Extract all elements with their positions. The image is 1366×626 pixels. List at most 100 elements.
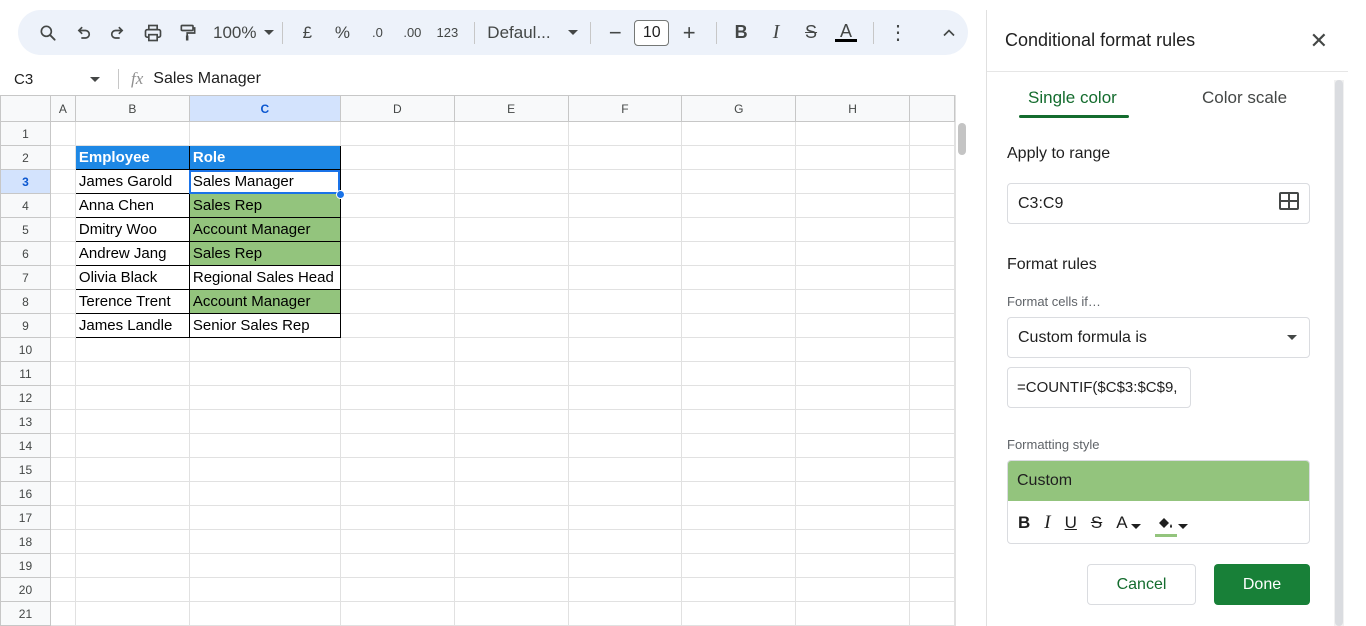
cell[interactable] (681, 409, 797, 434)
font-size-input[interactable]: 10 (634, 19, 670, 46)
column-header-partial[interactable] (909, 95, 955, 122)
column-header-g[interactable]: G (681, 95, 797, 122)
cell[interactable] (681, 361, 797, 386)
cell[interactable] (567, 481, 683, 506)
employee-cell[interactable]: James Landle (74, 313, 190, 338)
cell[interactable] (795, 169, 910, 194)
row-header[interactable]: 8 (0, 289, 51, 314)
more-options-icon[interactable]: ⋮ (882, 17, 914, 49)
cell[interactable] (567, 577, 683, 602)
cell[interactable] (49, 241, 76, 266)
row-header[interactable]: 12 (0, 385, 51, 410)
cell[interactable] (795, 553, 910, 578)
cell[interactable] (49, 337, 76, 362)
row-header[interactable]: 3 (0, 169, 51, 194)
role-cell[interactable]: Account Manager (188, 289, 341, 314)
cell[interactable] (909, 529, 955, 554)
cell[interactable] (339, 217, 455, 242)
cell[interactable] (49, 529, 76, 554)
row-header[interactable]: 4 (0, 193, 51, 218)
cell[interactable] (49, 553, 76, 578)
cell[interactable] (188, 409, 341, 434)
cell[interactable] (74, 361, 190, 386)
row-header[interactable]: 13 (0, 409, 51, 434)
cell[interactable] (339, 409, 455, 434)
cell[interactable] (74, 601, 190, 626)
formula-input[interactable]: Sales Manager (153, 70, 261, 88)
cell[interactable] (339, 193, 455, 218)
cell[interactable] (188, 433, 341, 458)
cell[interactable] (453, 481, 569, 506)
cell[interactable] (681, 121, 797, 146)
cell[interactable] (453, 145, 569, 170)
row-header[interactable]: 21 (0, 601, 51, 626)
cell[interactable] (188, 337, 341, 362)
vertical-scrollbar[interactable] (955, 95, 968, 626)
cell[interactable] (339, 337, 455, 362)
cell[interactable] (49, 481, 76, 506)
cell[interactable] (453, 169, 569, 194)
cell[interactable] (681, 385, 797, 410)
role-cell[interactable]: Account Manager (188, 217, 341, 242)
row-header[interactable]: 17 (0, 505, 51, 530)
strikethrough-button[interactable]: S (795, 17, 827, 49)
font-select[interactable]: Defaul... (483, 23, 582, 43)
style-bold-button[interactable]: B (1018, 513, 1030, 533)
cell[interactable] (453, 409, 569, 434)
cell[interactable] (188, 529, 341, 554)
role-cell[interactable]: Senior Sales Rep (188, 313, 341, 338)
cell[interactable] (339, 481, 455, 506)
cell[interactable] (567, 121, 683, 146)
cell[interactable] (188, 385, 341, 410)
row-header[interactable]: 6 (0, 241, 51, 266)
cell[interactable] (795, 217, 910, 242)
cell[interactable] (909, 289, 955, 314)
cell[interactable] (339, 505, 455, 530)
cell[interactable] (453, 529, 569, 554)
cell[interactable] (74, 433, 190, 458)
cell[interactable] (188, 505, 341, 530)
cell[interactable] (909, 337, 955, 362)
cell[interactable] (795, 265, 910, 290)
cell[interactable] (453, 121, 569, 146)
cell[interactable] (188, 553, 341, 578)
cell[interactable] (909, 385, 955, 410)
cell[interactable] (909, 361, 955, 386)
header-cell[interactable]: Role (188, 145, 341, 170)
cell[interactable] (339, 265, 455, 290)
cell[interactable] (909, 553, 955, 578)
cell[interactable] (49, 193, 76, 218)
cell[interactable] (49, 457, 76, 482)
role-cell[interactable]: Sales Rep (188, 193, 341, 218)
row-header[interactable]: 1 (0, 121, 51, 146)
cell[interactable] (453, 241, 569, 266)
cell[interactable] (453, 337, 569, 362)
cell[interactable] (681, 169, 797, 194)
role-cell[interactable]: Sales Manager (188, 169, 341, 194)
cell[interactable] (188, 361, 341, 386)
panel-scrollbar[interactable] (1334, 80, 1344, 626)
cell[interactable] (909, 121, 955, 146)
cell[interactable] (567, 385, 683, 410)
cell[interactable] (681, 289, 797, 314)
style-underline-button[interactable]: U (1065, 513, 1077, 533)
cell[interactable] (188, 481, 341, 506)
employee-cell[interactable]: Dmitry Woo (74, 217, 190, 242)
range-input[interactable]: C3:C9 (1007, 183, 1310, 224)
cell[interactable] (49, 385, 76, 410)
cell[interactable] (795, 361, 910, 386)
cell[interactable] (339, 457, 455, 482)
font-size-increase-icon[interactable]: + (673, 17, 705, 49)
cell[interactable] (795, 577, 910, 602)
cell[interactable] (567, 433, 683, 458)
cell[interactable] (453, 457, 569, 482)
cell[interactable] (74, 385, 190, 410)
column-header-d[interactable]: D (339, 95, 455, 122)
cell[interactable] (795, 433, 910, 458)
employee-cell[interactable]: James Garold (74, 169, 190, 194)
column-header-e[interactable]: E (453, 95, 569, 122)
cell[interactable] (49, 409, 76, 434)
cell[interactable] (49, 361, 76, 386)
cell[interactable] (339, 361, 455, 386)
text-color-button[interactable]: A (830, 17, 862, 49)
